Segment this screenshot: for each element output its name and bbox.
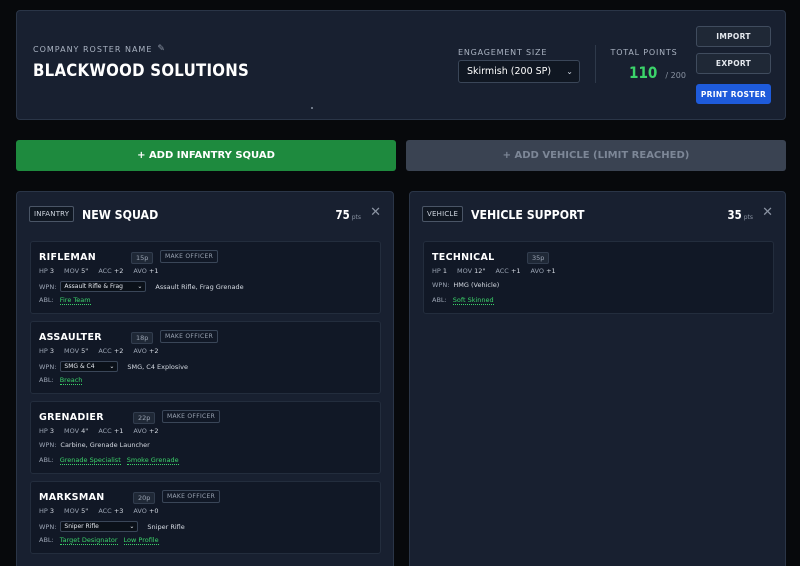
total-points-label: TOTAL POINTS xyxy=(610,48,678,57)
unit-card-grenadier: GRENADIER 22p MAKE OFFICER HP 3 MOV 4" A… xyxy=(30,401,381,474)
roster-name-label: COMPANY ROSTER NAME ✎ xyxy=(33,44,166,54)
header-divider xyxy=(595,45,596,83)
unit-abilities: ABL: Breach xyxy=(39,376,83,385)
roster-name-label-text: COMPANY ROSTER NAME xyxy=(33,44,153,54)
unit-cost: 35p xyxy=(527,252,550,264)
ability-link[interactable]: Fire Team xyxy=(59,296,91,305)
total-points-max: / 200 xyxy=(665,71,686,80)
unit-weapons: WPN: HMG (Vehicle) xyxy=(432,281,500,289)
engagement-size-label: ENGAGEMENT SIZE xyxy=(458,48,548,57)
squad-points: 75 pts xyxy=(333,208,361,222)
make-officer-button[interactable]: MAKE OFFICER xyxy=(162,410,221,423)
unit-stats: HP 3 MOV 5" ACC +2 AVO +1 xyxy=(39,267,159,275)
squad-title[interactable]: VEHICLE SUPPORT xyxy=(471,207,585,222)
close-icon[interactable]: ✕ xyxy=(762,206,773,219)
add-infantry-squad-button[interactable]: + ADD INFANTRY SQUAD xyxy=(16,140,396,171)
weapon-list: HMG (Vehicle) xyxy=(453,281,500,289)
squad-points-unit: pts xyxy=(743,214,753,221)
roster-builder: COMPANY ROSTER NAME ✎ BLACKWOOD SOLUTION… xyxy=(0,0,800,566)
unit-name: TECHNICAL xyxy=(432,252,495,263)
unit-weapons: WPN: SMG & C4 ⌄ SMG, C4 Explosive xyxy=(39,361,188,372)
squad-header: INFANTRY NEW SQUAD xyxy=(29,206,169,222)
unit-abilities: ABL: Target Designator Low Profile xyxy=(39,536,159,545)
unit-stats: HP 1 MOV 12" ACC +1 AVO +1 xyxy=(432,267,556,275)
weapon-list: Carbine, Grenade Launcher xyxy=(60,441,150,449)
squad-points-unit: pts xyxy=(351,214,361,221)
make-officer-button[interactable]: MAKE OFFICER xyxy=(160,250,219,263)
squad-points-value: 75 xyxy=(335,208,350,222)
unit-name: RIFLEMAN xyxy=(39,252,97,263)
unit-name: ASSAULTER xyxy=(39,332,102,343)
unit-cost: 18p xyxy=(131,332,154,344)
weapon-list: Assault Rifle, Frag Grenade xyxy=(155,282,244,291)
chevron-down-icon: ⌄ xyxy=(129,523,135,530)
chevron-down-icon: ⌄ xyxy=(566,67,573,76)
ability-link[interactable]: Smoke Grenade xyxy=(126,456,179,465)
unit-cost: 20p xyxy=(133,492,156,504)
squad-points: 35 pts xyxy=(725,208,753,222)
total-points-value: 110 xyxy=(629,63,658,82)
close-icon[interactable]: ✕ xyxy=(370,206,381,219)
chevron-down-icon: ⌄ xyxy=(137,283,143,290)
unit-abilities: ABL: Soft Skinned xyxy=(432,296,494,305)
make-officer-button[interactable]: MAKE OFFICER xyxy=(162,490,221,503)
unit-card-technical: TECHNICAL 35p HP 1 MOV 12" ACC +1 AVO +1… xyxy=(423,241,774,314)
unit-card-rifleman: RIFLEMAN 15p MAKE OFFICER HP 3 MOV 5" AC… xyxy=(30,241,381,314)
unit-name: GRENADIER xyxy=(39,412,104,423)
engagement-size-select[interactable]: Skirmish (200 SP) ⌄ xyxy=(458,60,580,83)
unit-stats: HP 3 MOV 4" ACC +1 AVO +2 xyxy=(39,427,159,435)
weapon-select[interactable]: Assault Rifle & Frag ⌄ xyxy=(60,281,147,292)
roster-name[interactable]: BLACKWOOD SOLUTIONS xyxy=(33,61,249,81)
ability-link[interactable]: Breach xyxy=(59,376,83,385)
roster-header: COMPANY ROSTER NAME ✎ BLACKWOOD SOLUTION… xyxy=(16,10,786,120)
export-button[interactable]: EXPORT xyxy=(696,53,771,74)
engagement-size-value: Skirmish (200 SP) xyxy=(467,66,552,77)
ability-link[interactable]: Grenade Specialist xyxy=(59,456,121,465)
unit-cost: 22p xyxy=(133,412,156,424)
divider-dot xyxy=(311,107,313,109)
weapon-list: SMG, C4 Explosive xyxy=(127,362,188,371)
weapon-list: Sniper Rifle xyxy=(147,522,185,531)
unit-weapons: WPN: Sniper Rifle ⌄ Sniper Rifle xyxy=(39,521,185,532)
unit-card-marksman: MARKSMAN 20p MAKE OFFICER HP 3 MOV 5" AC… xyxy=(30,481,381,554)
unit-card-assaulter: ASSAULTER 18p MAKE OFFICER HP 3 MOV 5" A… xyxy=(30,321,381,394)
unit-weapons: WPN: Assault Rifle & Frag ⌄ Assault Rifle… xyxy=(39,281,244,292)
ability-link[interactable]: Low Profile xyxy=(123,536,159,545)
unit-weapons: WPN: Carbine, Grenade Launcher xyxy=(39,441,150,449)
weapon-select[interactable]: Sniper Rifle ⌄ xyxy=(60,521,139,532)
squad-type-tag: VEHICLE xyxy=(422,206,464,222)
pencil-icon[interactable]: ✎ xyxy=(157,44,166,54)
total-points: 110 / 200 xyxy=(629,63,686,82)
unit-name: MARKSMAN xyxy=(39,492,105,503)
unit-stats: HP 3 MOV 5" ACC +2 AVO +2 xyxy=(39,347,159,355)
chevron-down-icon: ⌄ xyxy=(109,363,115,370)
ability-link[interactable]: Soft Skinned xyxy=(452,296,494,305)
weapon-select[interactable]: SMG & C4 ⌄ xyxy=(60,361,119,372)
squad-panel-infantry: INFANTRY NEW SQUAD 75 pts ✕ RIFLEMAN 15p… xyxy=(16,191,394,566)
unit-cost: 15p xyxy=(131,252,154,264)
squad-title[interactable]: NEW SQUAD xyxy=(82,207,158,222)
unit-abilities: ABL: Fire Team xyxy=(39,296,91,305)
add-vehicle-button: + ADD VEHICLE (LIMIT REACHED) xyxy=(406,140,786,171)
squad-header: VEHICLE VEHICLE SUPPORT xyxy=(422,206,600,222)
squad-panel-vehicle: VEHICLE VEHICLE SUPPORT 35 pts ✕ TECHNIC… xyxy=(409,191,786,566)
unit-abilities: ABL: Grenade Specialist Smoke Grenade xyxy=(39,456,179,465)
import-button[interactable]: IMPORT xyxy=(696,26,771,47)
make-officer-button[interactable]: MAKE OFFICER xyxy=(160,330,219,343)
ability-link[interactable]: Target Designator xyxy=(59,536,118,545)
squad-type-tag: INFANTRY xyxy=(29,206,75,222)
print-roster-button[interactable]: PRINT ROSTER xyxy=(696,84,771,104)
squad-points-value: 35 xyxy=(727,208,742,222)
unit-stats: HP 3 MOV 5" ACC +3 AVO +0 xyxy=(39,507,159,515)
